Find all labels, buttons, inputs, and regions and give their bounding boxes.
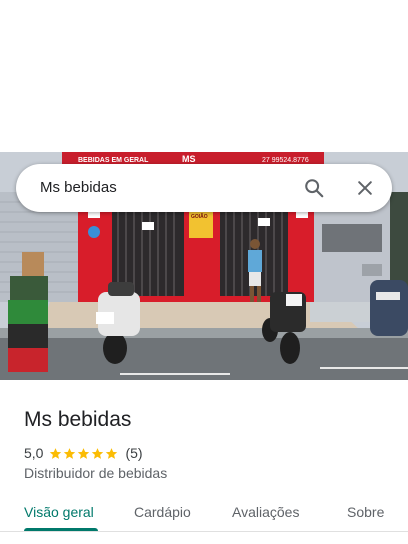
sign-phone: 27 99524.8776 [262,157,309,164]
star-icon [78,447,90,459]
close-icon[interactable] [349,172,381,204]
sign-text: BEBIDAS EM GERAL [78,157,149,164]
star-rating [49,447,119,460]
rating-value: 5,0 [24,445,44,461]
sign-logo: MS [182,154,196,164]
tabs-divider [0,531,408,532]
place-title: Ms bebidas [24,408,132,431]
poster-text: GOIÃO [191,213,208,220]
review-count[interactable]: (5) [125,445,142,461]
tab-overview[interactable]: Visão geral [24,504,94,520]
tab-menu[interactable]: Cardápio [134,504,191,520]
tab-reviews[interactable]: Avaliações [232,504,299,520]
tab-about[interactable]: Sobre [347,504,384,520]
place-tabs: Visão geral Cardápio Avaliações Sobre [0,496,408,536]
search-icon[interactable] [298,172,330,204]
active-tab-indicator [24,528,98,531]
star-icon [64,447,76,459]
star-icon [106,447,118,459]
search-input[interactable]: Ms bebidas [40,164,117,212]
place-category: Distribuidor de bebidas [24,465,168,481]
star-icon [92,447,104,459]
rating-row[interactable]: 5,0 (5) [24,444,143,462]
star-icon [50,447,62,459]
search-bar[interactable]: Ms bebidas [16,164,392,212]
